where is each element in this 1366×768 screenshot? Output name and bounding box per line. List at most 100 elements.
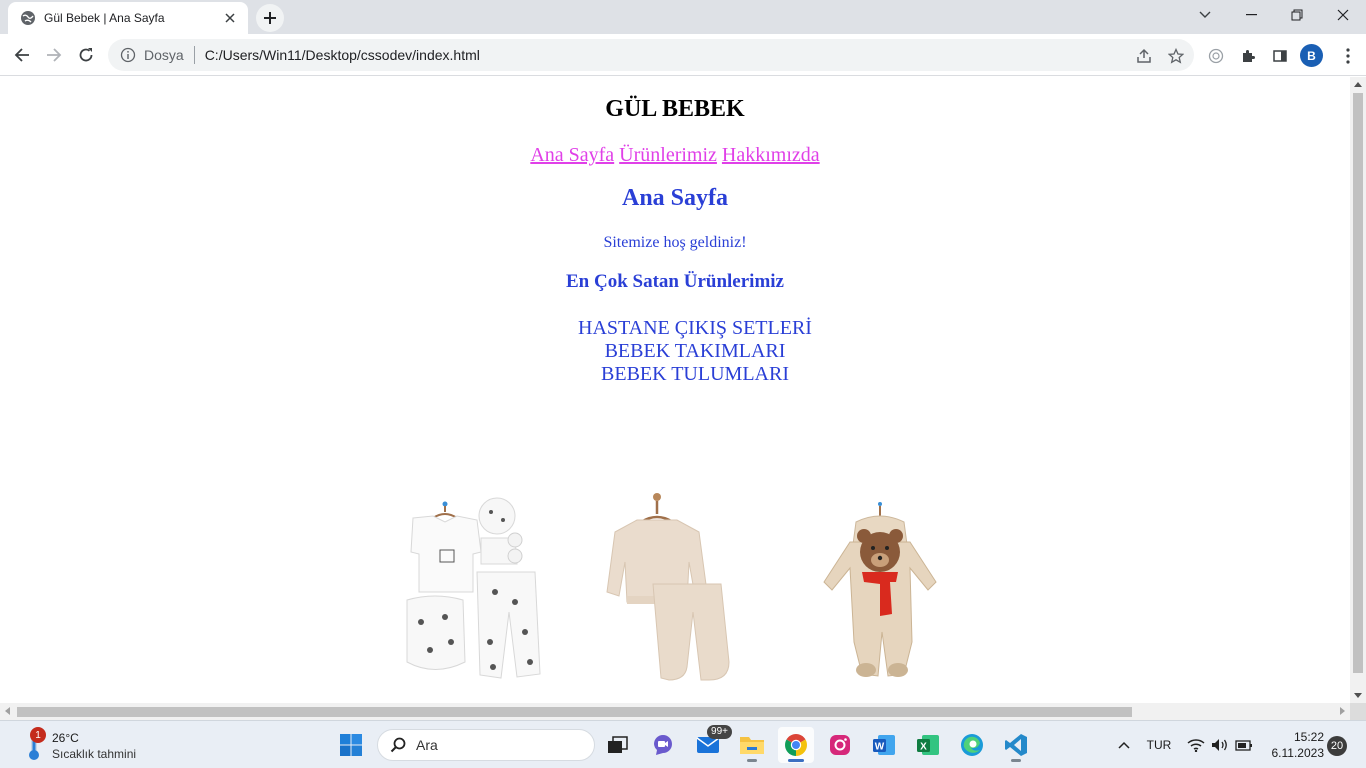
edge-icon: [961, 734, 983, 756]
app-running-indicator: [747, 759, 757, 762]
globe-icon: [20, 10, 36, 26]
vertical-scrollbar[interactable]: [1350, 77, 1366, 703]
close-tab-icon[interactable]: [222, 10, 238, 26]
notification-count-badge[interactable]: 20: [1327, 736, 1347, 756]
address-divider: [193, 46, 195, 64]
task-view-icon: [608, 736, 628, 753]
wifi-icon[interactable]: [1184, 721, 1208, 768]
weather-temperature: 26°C: [52, 731, 79, 745]
taskbar-chrome[interactable]: [778, 727, 814, 763]
restore-button[interactable]: [1274, 0, 1320, 30]
address-url[interactable]: C:/Users/Win11/Desktop/cssodev/index.htm…: [205, 47, 1194, 63]
taskbar-word[interactable]: W: [866, 727, 902, 763]
horizontal-scroll-thumb[interactable]: [17, 707, 1132, 717]
start-button[interactable]: [333, 727, 369, 763]
nav-link-home[interactable]: Ana Sayfa: [530, 144, 614, 166]
share-icon[interactable]: [1132, 44, 1156, 68]
back-button[interactable]: [8, 41, 36, 69]
taskbar-file-explorer[interactable]: [734, 727, 770, 763]
scroll-left-icon[interactable]: [5, 707, 10, 715]
minimize-button[interactable]: [1228, 0, 1274, 30]
show-hidden-icons[interactable]: [1112, 721, 1136, 768]
battery-icon[interactable]: [1232, 721, 1256, 768]
reload-icon: [79, 48, 93, 62]
weather-alert-badge: 1: [30, 727, 46, 743]
vertical-scroll-thumb[interactable]: [1353, 93, 1363, 673]
scroll-up-icon[interactable]: [1354, 82, 1362, 87]
extension-icon[interactable]: [1204, 44, 1228, 68]
scroll-down-icon[interactable]: [1354, 693, 1362, 698]
info-icon[interactable]: [120, 47, 136, 63]
scroll-right-icon[interactable]: [1340, 707, 1345, 715]
reload-button[interactable]: [72, 41, 100, 69]
horizontal-scrollbar[interactable]: [0, 703, 1350, 720]
word-icon: W: [873, 735, 895, 755]
tab-bar: Gül Bebek | Ana Sayfa: [0, 0, 1366, 34]
category-item: HASTANE ÇIKIŞ SETLERİ: [578, 317, 812, 339]
category-item: BEBEK TULUMLARI: [601, 363, 789, 385]
close-icon: [1337, 9, 1349, 21]
baby-jumpsuit-image: [800, 492, 960, 682]
close-window-button[interactable]: [1320, 0, 1366, 30]
category-list: HASTANE ÇIKIŞ SETLERİ BEBEK TAKIMLARI BE…: [20, 317, 1350, 386]
address-bar[interactable]: Dosya C:/Users/Win11/Desktop/cssodev/ind…: [108, 39, 1194, 71]
task-view-button[interactable]: [600, 727, 636, 763]
browser-tab[interactable]: Gül Bebek | Ana Sayfa: [8, 2, 248, 34]
bookmark-star-icon[interactable]: [1164, 44, 1188, 68]
instagram-icon: [830, 735, 850, 755]
side-panel-icon[interactable]: [1268, 44, 1292, 68]
address-scheme: Dosya: [144, 47, 184, 63]
volume-icon[interactable]: [1208, 721, 1232, 768]
windows-logo-icon: [340, 734, 362, 756]
tab-title: Gül Bebek | Ana Sayfa: [44, 11, 165, 25]
search-icon: [390, 737, 406, 753]
page-heading: Ana Sayfa: [621, 185, 729, 211]
baby-outfit-image: [597, 492, 757, 682]
arrow-right-icon: [47, 48, 62, 62]
taskbar-excel[interactable]: X: [910, 727, 946, 763]
nav-link-about[interactable]: Hakkımızda: [722, 144, 820, 166]
weather-description: Sıcaklık tahmini: [52, 747, 137, 761]
language-indicator[interactable]: TUR: [1142, 721, 1176, 768]
extensions-puzzle-icon[interactable]: [1236, 44, 1260, 68]
svg-text:W: W: [875, 742, 885, 753]
main-nav: Ana Sayfa Ürünlerimiz Hakkımızda: [0, 144, 1350, 167]
chevron-up-icon: [1118, 741, 1130, 749]
menu-dots-icon[interactable]: [1336, 44, 1360, 68]
profile-avatar[interactable]: B: [1300, 44, 1323, 67]
taskbar-chat-app[interactable]: [645, 727, 681, 763]
excel-icon: X: [917, 735, 939, 755]
clock-time: 15:22: [1293, 730, 1324, 744]
browser-toolbar: Dosya C:/Users/Win11/Desktop/cssodev/ind…: [0, 34, 1366, 76]
mail-unread-badge: 99+: [707, 725, 732, 739]
plus-icon: [264, 12, 276, 24]
taskbar-vscode[interactable]: [998, 727, 1034, 763]
svg-text:X: X: [920, 742, 927, 753]
site-title: GÜL BEBEK: [605, 96, 745, 122]
bestseller-heading: En Çok Satan Ürünlerimiz: [566, 271, 784, 292]
app-active-indicator: [788, 759, 804, 762]
new-tab-button[interactable]: [256, 4, 284, 32]
scrollbar-corner: [1350, 703, 1366, 720]
category-item: BEBEK TAKIMLARI: [604, 340, 786, 362]
system-clock[interactable]: 15:22 6.11.2023: [1268, 729, 1325, 761]
taskbar-search[interactable]: Ara: [377, 729, 595, 761]
app-running-indicator: [1011, 759, 1021, 762]
taskbar-edge[interactable]: [954, 727, 990, 763]
windows-taskbar: 1 26°C Sıcaklık tahmini Ara 99+ W X TUR …: [0, 720, 1366, 768]
taskbar-instagram[interactable]: [822, 727, 858, 763]
weather-widget[interactable]: 1 26°C Sıcaklık tahmini: [20, 727, 180, 763]
chat-icon: [654, 735, 672, 755]
folder-icon: [740, 737, 764, 754]
tab-search-button[interactable]: [1182, 0, 1228, 30]
page-viewport: GÜL BEBEK Ana Sayfa Ürünlerimiz Hakkımız…: [0, 77, 1350, 703]
minimize-icon: [1245, 14, 1257, 16]
restore-icon: [1291, 9, 1303, 21]
chrome-icon: [785, 734, 807, 756]
taskbar-mail-app[interactable]: 99+: [690, 725, 732, 763]
chevron-down-icon: [1199, 11, 1211, 18]
search-label: Ara: [416, 737, 438, 753]
nav-link-products[interactable]: Ürünlerimiz: [619, 144, 717, 166]
arrow-left-icon: [14, 48, 29, 62]
forward-button[interactable]: [40, 41, 68, 69]
